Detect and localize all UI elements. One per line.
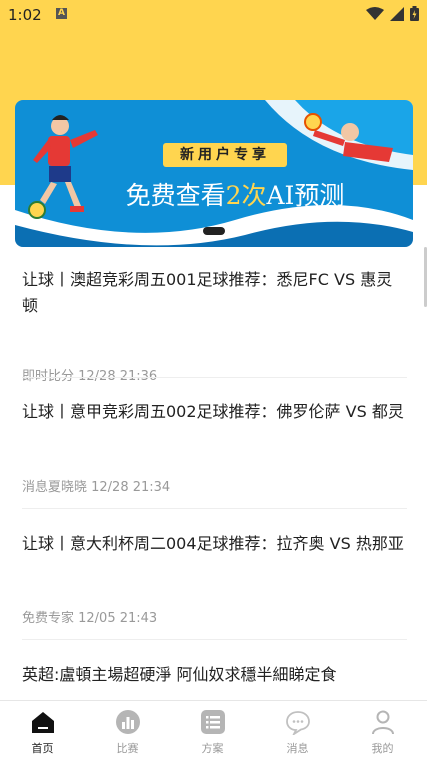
signal-icon xyxy=(390,6,404,21)
status-time: 1:02 xyxy=(8,6,42,24)
tab-label: 首页 xyxy=(31,742,54,755)
list-item[interactable]: 让球丨意甲竞彩周五002足球推荐：佛罗伦萨 VS 都灵 消息夏晓晓 12/28 … xyxy=(22,399,407,495)
tab-matches[interactable]: 比赛 xyxy=(85,701,170,761)
banner-headline: 免费查看2次AI预测 xyxy=(90,176,380,212)
notification-icon: A xyxy=(56,8,67,19)
home-icon xyxy=(32,712,54,733)
tab-home[interactable]: 首页 xyxy=(0,701,85,761)
tab-label: 我的 xyxy=(371,742,394,755)
ball-right xyxy=(304,113,322,131)
status-bar: 1:02 A xyxy=(0,0,427,30)
chart-icon xyxy=(116,710,140,734)
article-meta: 消息夏晓晓 12/28 21:34 xyxy=(22,480,171,495)
article-title: 让球丨意大利杯周二004足球推荐：拉齐奥 VS 热那亚 xyxy=(22,534,404,553)
article-list: 让球丨澳超竞彩周五001足球推荐：悉尼FC VS 惠灵顿 即时比分 12/28 … xyxy=(0,247,427,700)
banner-text-highlight: 2次 xyxy=(225,181,267,210)
promo-banner[interactable]: 新用户专享 免费查看2次AI预测 xyxy=(15,100,413,247)
battery-icon xyxy=(410,6,419,21)
carousel-indicator[interactable] xyxy=(203,227,225,235)
banner-badge: 新用户专享 xyxy=(163,143,287,167)
list-icon xyxy=(201,710,225,734)
message-icon xyxy=(286,711,310,735)
tab-label: 比赛 xyxy=(116,742,139,755)
tab-label: 消息 xyxy=(286,742,309,755)
banner-text-post: AI预测 xyxy=(266,181,345,210)
banner-illustration xyxy=(15,100,413,247)
tab-plans[interactable]: 方案 xyxy=(170,701,255,761)
tab-label: 方案 xyxy=(201,742,224,755)
wifi-icon xyxy=(366,6,384,20)
user-icon xyxy=(372,710,394,735)
player-head-right xyxy=(341,123,359,141)
article-title: 让球丨澳超竞彩周五001足球推荐：悉尼FC VS 惠灵顿 xyxy=(22,270,393,315)
banner-text-pre: 免费查看 xyxy=(125,181,226,210)
ball-left xyxy=(28,201,46,219)
status-icons xyxy=(366,6,419,21)
tab-messages[interactable]: 消息 xyxy=(255,701,340,761)
list-item[interactable]: 英超:盧頓主場超硬淨 阿仙奴求穩半細睇定食 xyxy=(22,662,407,688)
article-title: 让球丨意甲竞彩周五002足球推荐：佛罗伦萨 VS 都灵 xyxy=(22,402,404,421)
article-title: 英超:盧頓主場超硬淨 阿仙奴求穩半細睇定食 xyxy=(22,665,337,684)
article-meta: 即时比分 12/28 21:36 xyxy=(22,369,158,384)
tab-profile[interactable]: 我的 xyxy=(340,701,425,761)
divider xyxy=(22,639,407,640)
article-meta: 免费专家 12/05 21:43 xyxy=(22,611,158,626)
bottom-tab-bar: 首页 比赛 方案 消息 我的 xyxy=(0,700,427,761)
divider xyxy=(22,508,407,509)
list-item[interactable]: 让球丨意大利杯周二004足球推荐：拉齐奥 VS 热那亚 免费专家 12/05 2… xyxy=(22,531,407,626)
divider xyxy=(22,377,407,378)
list-item[interactable]: 让球丨澳超竞彩周五001足球推荐：悉尼FC VS 惠灵顿 即时比分 12/28 … xyxy=(22,267,407,384)
